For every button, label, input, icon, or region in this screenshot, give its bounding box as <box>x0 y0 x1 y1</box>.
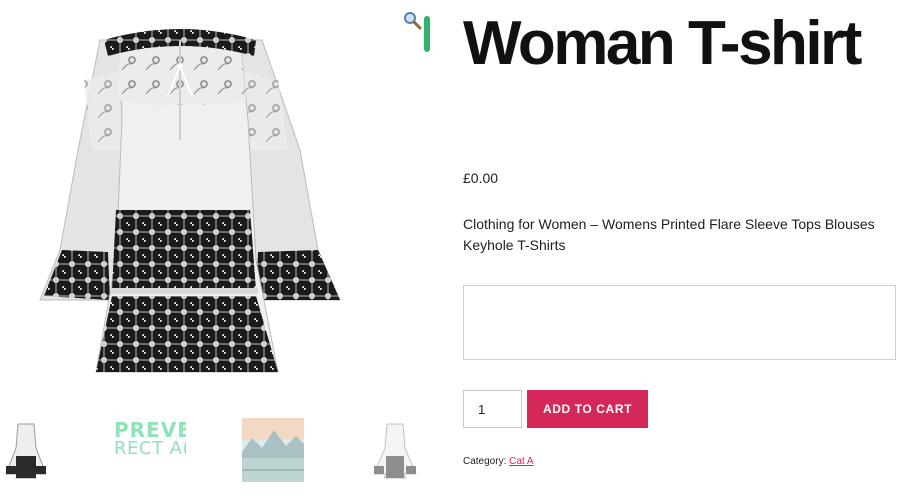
thumbnail-text-image[interactable]: PREVE RECT A( <box>110 418 186 482</box>
zoom-edge-accent <box>424 16 430 52</box>
product-meta: Category: Cat A <box>463 456 534 467</box>
product-title: Woman T-shirt <box>463 9 862 78</box>
product-main-image[interactable] <box>0 0 430 400</box>
magnifier-icon[interactable] <box>402 10 424 32</box>
category-label: Category: <box>463 456 507 467</box>
quantity-input[interactable] <box>463 390 522 428</box>
category-link[interactable]: Cat A <box>509 456 533 467</box>
thumbnail-strip: PREVE RECT A( <box>0 418 430 482</box>
thumbnail-text-line-2: RECT A( <box>114 438 186 459</box>
thumbnail-blouse[interactable] <box>0 418 52 482</box>
add-to-cart-button[interactable]: ADD TO CART <box>527 390 648 428</box>
product-options-box <box>463 285 896 360</box>
product-description: Clothing for Women – Womens Printed Flar… <box>463 216 875 253</box>
product-gallery: PREVE RECT A( <box>0 0 430 500</box>
product-summary: Woman T-shirt £0.00 Clothing for Women –… <box>463 0 903 500</box>
blouse-illustration <box>39 29 341 373</box>
product-price: £0.00 <box>463 170 499 186</box>
thumbnail-blouse-faded[interactable] <box>368 418 422 482</box>
thumbnail-landscape[interactable] <box>242 418 304 482</box>
